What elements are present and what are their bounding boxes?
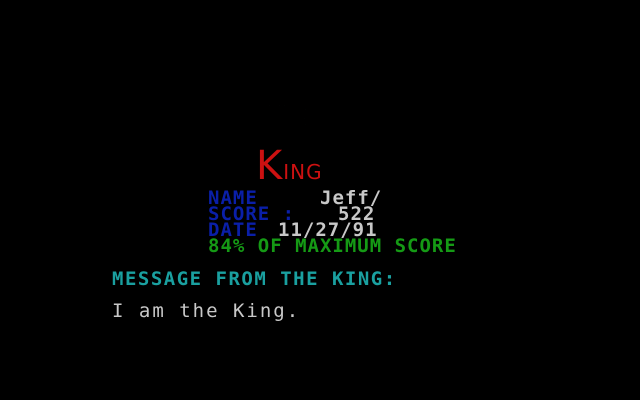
title-the-text: THE: [246, 99, 310, 137]
title-king: KING: [256, 146, 323, 186]
title-the: THE: [246, 102, 310, 134]
percent-of-max-score: 84% OF MAXIMUM SCORE: [208, 235, 457, 257]
game-screen: THE KING NAME Jeff/ SCORE : 522 DATE 11/…: [0, 0, 640, 400]
title-king-rest: ING: [283, 160, 323, 184]
message-body: I am the King.: [112, 300, 301, 322]
title-king-initial: K: [256, 143, 284, 189]
message-heading: MESSAGE FROM THE KING:: [112, 268, 397, 290]
